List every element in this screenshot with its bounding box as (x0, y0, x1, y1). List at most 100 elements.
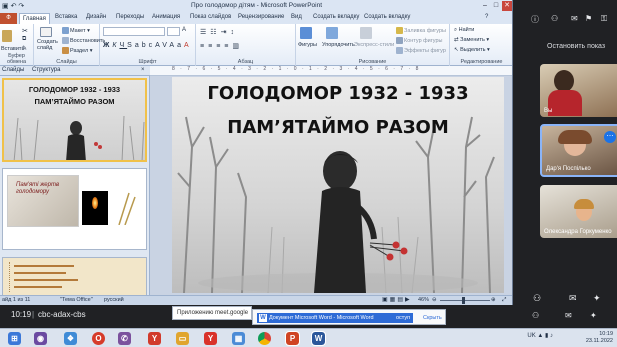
opera-icon[interactable]: O (92, 332, 105, 345)
folder-icon[interactable]: ▭ (176, 332, 189, 345)
media-icon[interactable]: ▦ (232, 332, 245, 345)
chat-icon[interactable]: ✉ (571, 14, 578, 23)
zoom-slider-thumb[interactable] (462, 297, 465, 304)
zoom-out-icon[interactable]: ⊖ (432, 297, 437, 303)
zoom-in-icon[interactable]: ⊕ (491, 297, 496, 303)
tab-slideshow[interactable]: Показ слайдов (190, 14, 231, 20)
language-indicator[interactable]: русский (104, 297, 124, 303)
strike-icon[interactable]: abc (135, 42, 155, 49)
shape-fill-button[interactable]: Заливка фигуры (396, 27, 446, 34)
explorer-icon[interactable]: ❖ (64, 332, 77, 345)
network-icon[interactable]: ▮ (545, 333, 548, 339)
shapes-button[interactable]: Фигуры (298, 42, 317, 48)
tab-view[interactable]: Вид (291, 14, 302, 20)
line-spacing-icon[interactable]: ↕ (230, 29, 238, 36)
activities-icon[interactable]: ⚑ (585, 14, 592, 23)
grow-font-icon[interactable]: A (182, 27, 186, 33)
arrange-button[interactable]: Упорядочить (322, 42, 355, 48)
participant-tile-3[interactable]: Олександра Горкуменко (540, 185, 617, 238)
hide-button[interactable]: Скрыть (423, 313, 442, 323)
powerpoint-taskbar-icon[interactable]: P (285, 331, 300, 346)
bullets-icon[interactable]: ☰ (200, 29, 210, 36)
new-slide-icon[interactable] (40, 27, 53, 37)
viber-like-app-icon[interactable]: ◉ (34, 332, 47, 345)
font-format-buttons[interactable]: ЖКЧSabcAVAaA (103, 42, 192, 49)
slide-thumbnail-3[interactable] (2, 257, 147, 295)
align-left-icon[interactable]: ≡ (200, 43, 208, 50)
tab-outline-pane[interactable]: Структура (32, 67, 60, 73)
new-slide-button[interactable]: Создать слайд (37, 39, 59, 51)
tab-insert[interactable]: Вставка (55, 14, 77, 20)
paste-button[interactable] (2, 30, 13, 42)
lock-icon[interactable]: ⚿ (601, 14, 607, 24)
reset-button[interactable]: Восстановить (62, 37, 105, 44)
fit-slide-icon[interactable]: ⤢ (502, 297, 506, 304)
list-buttons[interactable]: ☰☷⇥↕ (200, 28, 238, 36)
input-language[interactable]: UK (527, 333, 535, 339)
arrange-icon[interactable] (326, 27, 339, 39)
find-button[interactable]: ⌕ Найти (454, 27, 474, 34)
format-painter-icon[interactable]: ✎ (22, 45, 27, 52)
layout-button[interactable]: Макет ▾ (62, 27, 90, 34)
numbering-icon[interactable]: ☷ (210, 29, 220, 36)
people-icon[interactable]: ⚇ (551, 14, 558, 23)
font-color-icon[interactable]: A (184, 42, 192, 49)
close-icon[interactable]: ✕ (502, 1, 512, 11)
copy-icon[interactable]: ⧉ (22, 36, 26, 43)
share-notification[interactable]: Приложению meet.google (172, 306, 252, 320)
shapes-icon[interactable] (300, 27, 313, 39)
maximize-icon[interactable]: □ (491, 1, 501, 11)
tab-animation[interactable]: Анимация (152, 14, 180, 20)
quick-styles-button[interactable]: Экспресс-стили (354, 42, 394, 48)
chevron-up-icon[interactable]: ▲ (537, 333, 543, 339)
normal-view-icon[interactable]: ▣ (382, 297, 390, 303)
tab-review[interactable]: Рецензирование (238, 14, 284, 20)
volume-icon[interactable]: ♪ (550, 333, 553, 339)
tab-home[interactable]: Главная (19, 13, 50, 24)
stop-presenting-button[interactable]: Остановить показ (547, 43, 605, 50)
yandex-icon[interactable]: Y (204, 332, 217, 345)
participant-tile-1[interactable]: Вы (540, 64, 617, 117)
help-icon[interactable]: ? (485, 14, 488, 20)
case-icon[interactable]: Aa (169, 42, 184, 49)
clock-date[interactable]: 23.11.2022 (586, 338, 613, 345)
select-button[interactable]: ↖ Выделить ▾ (454, 47, 490, 53)
more-options-icon[interactable]: ⋯ (604, 131, 616, 143)
indent-icon[interactable]: ⇥ (221, 29, 231, 36)
tab-slides-pane[interactable]: Слайды (2, 67, 24, 73)
slideshow-view-icon[interactable]: ▶ (405, 297, 412, 303)
slide-thumbnail-1[interactable]: ГОЛОДОМОР 1932 - 1933 ПАМ’ЯТАЙМО РАЗОМ (2, 78, 147, 162)
tab-file[interactable]: Ф (0, 13, 17, 24)
tab-custom-2[interactable]: Создать вкладку (364, 14, 410, 20)
yandex-browser-icon[interactable]: Y (148, 332, 161, 345)
columns-icon[interactable]: ▥ (232, 43, 243, 50)
info-icon[interactable]: ⓘ (531, 14, 539, 25)
minimize-icon[interactable]: – (480, 1, 490, 11)
font-name-field[interactable] (103, 27, 165, 36)
word-taskbar-icon[interactable]: W (311, 331, 326, 346)
chat-bubble-icon[interactable]: ✉ (569, 293, 577, 304)
bold-icon[interactable]: Ж (103, 42, 112, 49)
people-count-icon[interactable]: ⚇ (533, 293, 541, 304)
viber-icon[interactable]: ✆ (118, 332, 131, 345)
align-center-icon[interactable]: ≡ (208, 43, 216, 50)
participant-tile-2[interactable]: ⋯ Дар'я Поспілько (540, 124, 617, 177)
spacing-icon[interactable]: AV (155, 42, 169, 49)
participants-icon[interactable]: ⚇ (532, 311, 539, 320)
slide-title-line-1[interactable]: ГОЛОДОМОР 1932 - 1933 (172, 83, 504, 104)
slide-title-line-2[interactable]: ПАМ’ЯТАЙМО РАЗОМ (172, 117, 504, 138)
activities-icon-bottom[interactable]: ✦ (590, 311, 597, 320)
chat-icon-bottom[interactable]: ✉ (565, 311, 572, 320)
view-buttons[interactable]: ▣▦▤▶ (382, 296, 412, 303)
activities-shapes-icon[interactable]: ✦ (593, 293, 601, 304)
tray-icons[interactable]: UK ▲ ▮ ♪ (527, 333, 553, 340)
close-pane-icon[interactable]: × (141, 67, 145, 73)
align-buttons[interactable]: ≡≡≡≡▥ (200, 42, 243, 50)
word-window-item[interactable]: W Документ Microsoft Word - Microsoft Wo… (257, 313, 393, 323)
tab-transitions[interactable]: Переходы (116, 14, 144, 20)
current-slide[interactable]: ГОЛОДОМОР 1932 - 1933 ПАМ’ЯТАЙМО РАЗОМ (172, 77, 504, 293)
share-access-button[interactable]: оступ (393, 313, 414, 323)
font-size-field[interactable] (167, 27, 180, 36)
shadow-icon[interactable]: S (127, 42, 135, 49)
tab-design[interactable]: Дизайн (86, 14, 106, 20)
